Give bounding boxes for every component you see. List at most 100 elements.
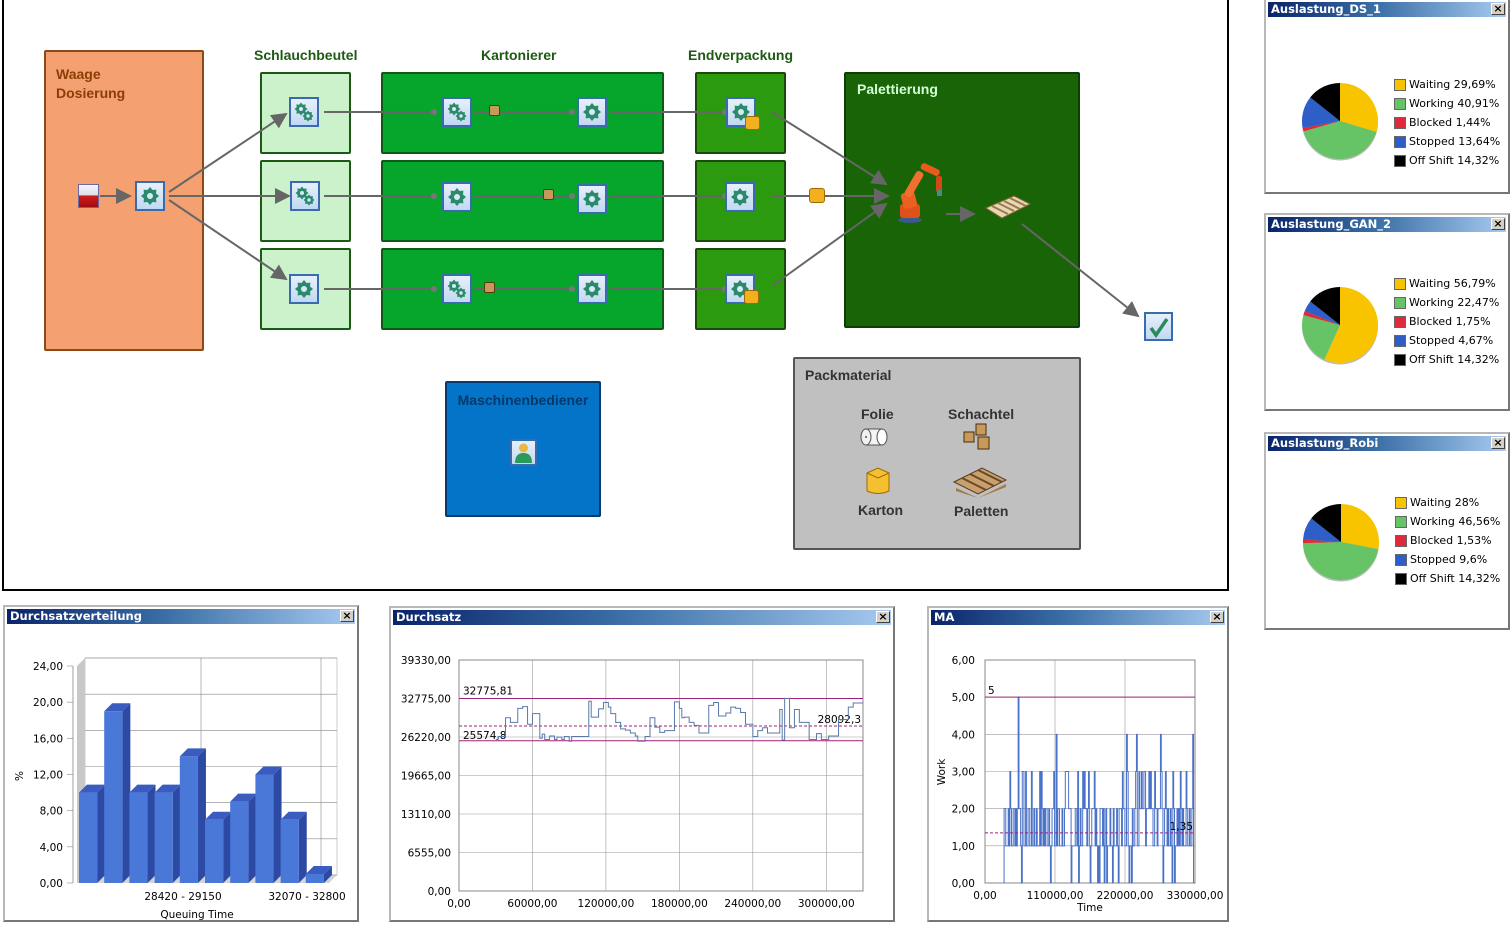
legend-swatch [1394,116,1406,129]
legend-swatch [1394,296,1406,309]
legend-label: Off Shift 14,32% [1410,572,1501,585]
model-canvas[interactable]: Waage Dosierung Schlauchbeutel Kartonier… [2,0,1229,591]
x-tick-label: 32070 - 32800 [268,891,345,903]
y-tick-label: 13110,00 [401,809,451,821]
station-schlauchbeutel-3-gear-icon[interactable] [289,274,319,304]
reference-label: 5 [988,685,995,697]
y-tick-label: 39330,00 [401,655,451,667]
group-waage-dosierung[interactable]: Waage Dosierung [44,50,204,351]
legend-item-off-shift: Off Shift 14,32% [1394,151,1500,170]
y-tick-label: 4,00 [952,729,975,741]
legend-label: Working 22,47% [1409,296,1500,309]
station-waage-gear-icon[interactable] [135,181,165,211]
window-durchsatzverteilung[interactable]: Durchsatzverteilung × 0,00 4,00 8,00 12,00 1… [3,605,359,922]
legend-item-working: Working 46,56% [1395,512,1500,531]
y-tick-label: 32775,00 [401,694,451,706]
window-auslastung-gan-2[interactable]: Auslastung_GAN_2 × Waiting 56,79% Working… [1264,213,1510,411]
worker-icon[interactable] [510,439,537,466]
legend-item-waiting: Waiting 28% [1395,493,1500,512]
window-title: MA [934,610,955,624]
station-kartonierer-1a-gears-icon[interactable] [442,97,472,127]
window-ma[interactable]: MA × 0,00 1,00 2,00 3,00 4,00 5,00 6,00 0,00 110… [927,606,1229,922]
y-axis-title: Work [936,758,948,786]
x-tick-label: 180000,00 [651,898,708,910]
window-titlebar[interactable]: Auslastung_DS_1 × [1268,2,1506,17]
legend-swatch [1395,515,1407,528]
close-icon[interactable]: × [1491,218,1505,230]
window-titlebar[interactable]: Auslastung_Robi × [1268,436,1506,451]
group-palettierung[interactable]: Palettierung [844,72,1080,328]
label-folie: Folie [861,406,894,422]
y-tick-label: 0,00 [40,878,63,890]
y-tick-label: 20,00 [33,697,63,709]
close-icon[interactable]: × [1491,437,1505,449]
pallets-icon[interactable] [952,464,1008,498]
legend-swatch [1394,334,1406,347]
pie-slice-waiting [1341,504,1379,550]
pie-chart [1302,287,1378,365]
y-axis-title: % [14,771,26,781]
legend-swatch [1394,154,1406,167]
y-tick-label: 19665,00 [401,771,451,783]
bar [104,703,131,883]
gear-icon [295,186,315,206]
y-tick-label: 0,00 [428,886,451,898]
source-icon[interactable] [78,184,99,208]
pallet-icon[interactable] [984,194,1032,220]
label-karton: Karton [858,502,904,518]
window-titlebar[interactable]: Durchsatz × [393,610,891,625]
x-tick-label: 28420 - 29150 [144,891,221,903]
station-schlauchbeutel-1-gears-icon[interactable] [289,97,319,127]
reference-label: 32775,81 [463,685,513,697]
film-roll-icon[interactable] [860,427,890,447]
y-tick-label: 1,00 [952,841,975,853]
x-tick-label: 0,00 [973,890,996,902]
worker-utilization-chart: 0,00 1,00 2,00 3,00 4,00 5,00 6,00 0,00 110000,0… [936,655,1223,914]
bar [205,811,232,883]
x-tick-label: 110000,00 [1027,890,1084,902]
boxes-icon[interactable] [962,422,998,452]
group-packmaterial[interactable]: Packmaterial Folie Schachtel Karton Pale… [793,357,1081,550]
window-durchsatz[interactable]: Durchsatz × 0,00 6555,00 13110,00 19665,00 2… [389,606,895,922]
close-icon[interactable]: × [1210,611,1224,623]
close-icon[interactable]: × [1491,3,1505,15]
label-paletten: Paletten [954,503,1009,519]
close-icon[interactable]: × [876,611,890,623]
bar [255,766,282,883]
pie-chart [1303,504,1379,582]
station-kartonierer-3a-gears-icon[interactable] [442,274,472,304]
x-tick-label: 220000,00 [1097,890,1154,902]
legend-label: Stopped 9,6% [1410,553,1488,566]
group-title: Packmaterial [805,367,892,383]
label-schachtel: Schachtel [948,406,1015,422]
pie-legend: Waiting 29,69% Working 40,91% Blocked 1,44… [1394,75,1500,170]
legend-swatch [1395,572,1407,585]
close-icon[interactable]: × [340,610,354,622]
station-kartonierer-2b-gear-icon[interactable] [577,184,607,214]
x-tick-label: 120000,00 [578,898,635,910]
station-schlauchbeutel-2-gears-icon[interactable] [290,181,320,211]
window-titlebar[interactable]: Auslastung_GAN_2 × [1268,217,1506,232]
kartonierer-line-1[interactable] [381,72,664,154]
kartonierer-line-2[interactable] [381,160,664,242]
station-endverpackung-2-gear-icon[interactable] [725,182,755,212]
kartonierer-line-3[interactable] [381,248,664,330]
window-auslastung-ds-1[interactable]: Auslastung_DS_1 × Waiting 29,69% Working … [1264,0,1510,194]
station-kartonierer-3b-gear-icon[interactable] [577,274,607,304]
carton-icon[interactable] [863,465,893,497]
gear-icon [583,280,601,298]
robot-arm-icon[interactable] [892,162,950,224]
throughput-line-chart: 0,00 6555,00 13110,00 19665,00 26220,00 32775… [401,655,864,910]
gear-icon [141,187,159,205]
pie-slice-working [1303,542,1379,581]
window-titlebar[interactable]: Durchsatzverteilung × [7,609,355,624]
reference-label: 28092,3 [818,714,861,726]
x-tick-label: 60000,00 [507,898,557,910]
window-titlebar[interactable]: MA × [931,610,1225,625]
x-tick-label: 0,00 [447,898,470,910]
legend-label: Stopped 13,64% [1409,135,1501,148]
sink-checkmark-icon[interactable] [1144,312,1173,341]
station-kartonierer-1b-gear-icon[interactable] [577,97,607,127]
station-kartonierer-2a-gear-icon[interactable] [442,182,472,212]
window-auslastung-robi[interactable]: Auslastung_Robi × Waiting 28% Working 46,… [1264,432,1510,630]
